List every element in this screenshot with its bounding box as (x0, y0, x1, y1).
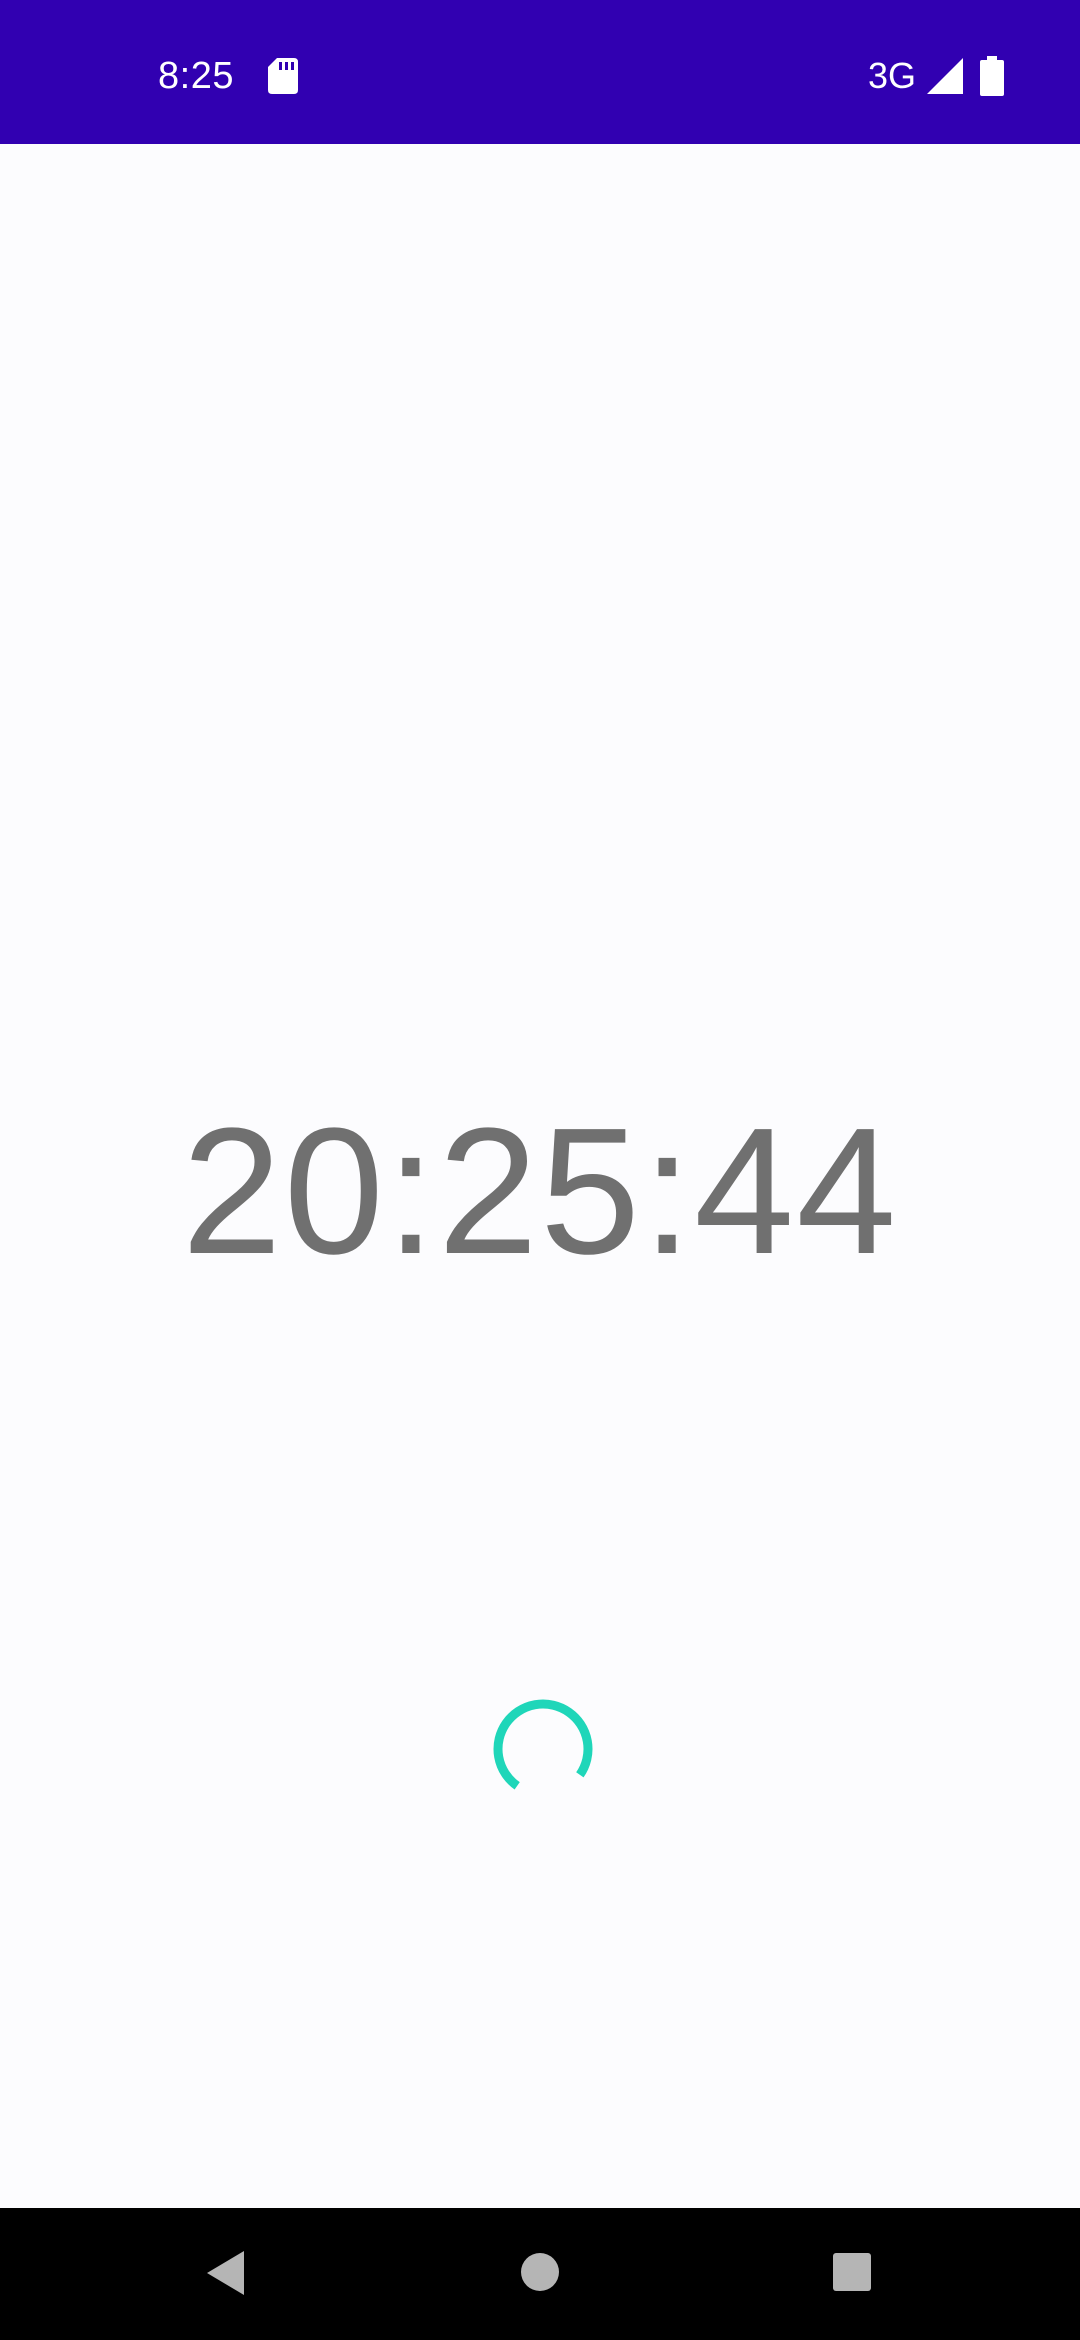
loading-spinner (493, 1699, 593, 1790)
back-icon[interactable] (204, 2248, 248, 2298)
clock-display: 20:25:44 (181, 1091, 899, 1292)
screen: 8:25 3G 20:25:44 (0, 0, 1080, 2340)
battery-icon (980, 56, 1004, 96)
navigation-bar (0, 2208, 1080, 2340)
status-time: 8:25 (158, 55, 234, 97)
recents-icon[interactable] (832, 2252, 872, 2292)
home-icon[interactable] (520, 2252, 560, 2292)
status-bar: 8:25 3G (0, 0, 1080, 144)
signal-icon (927, 58, 963, 94)
sd-card-icon (268, 58, 298, 94)
network-type-label: 3G (868, 55, 917, 96)
